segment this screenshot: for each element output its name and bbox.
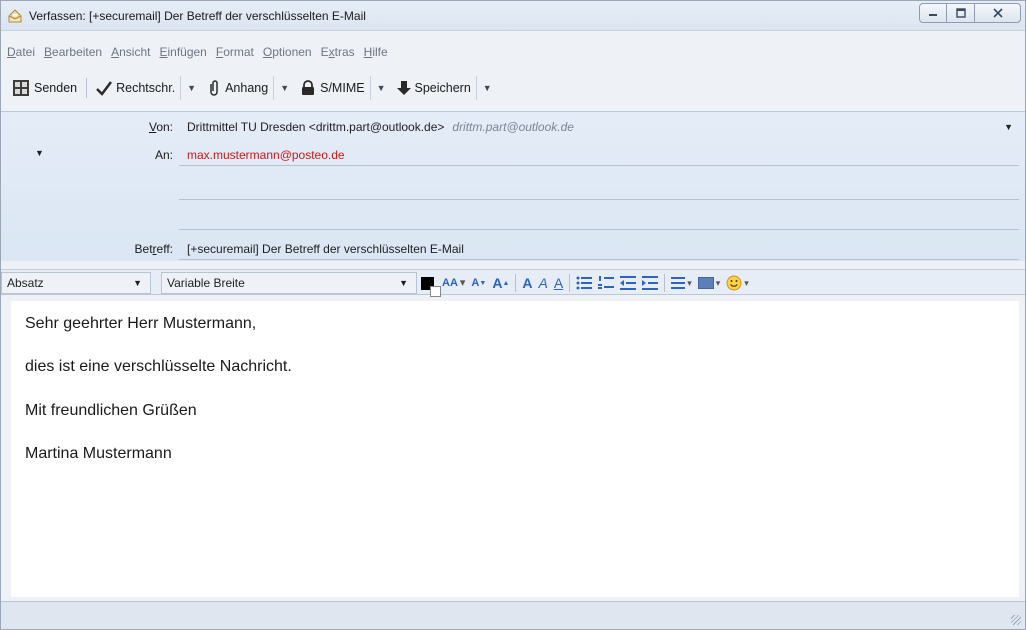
save-dropdown[interactable]: ▼ (475, 76, 498, 100)
close-button[interactable] (975, 3, 1021, 23)
compose-app-icon (7, 8, 23, 24)
subject-field[interactable]: [+securemail] Der Betreff der verschlüss… (187, 242, 464, 256)
body-line: dies ist eine verschlüsselte Nachricht. (25, 358, 292, 375)
save-label: Speichern (414, 81, 471, 95)
to-label: An: (154, 148, 173, 162)
format-tools: AA ▾ A ▼ A ▲ A A A ▾ ▾ ▾ (421, 273, 755, 297)
menu-einfuegen[interactable]: Einfügen (159, 45, 206, 65)
bullet-list-icon[interactable] (576, 276, 593, 290)
bold-button[interactable]: A (522, 276, 532, 290)
paragraph-format-select[interactable]: Absatz ▼ (1, 272, 151, 294)
from-dropdown-icon[interactable]: ▼ (1004, 122, 1013, 132)
attach-label: Anhang (225, 81, 269, 95)
recipient-type-dropdown[interactable]: ▼ (35, 148, 44, 158)
download-arrow-icon (396, 80, 411, 96)
subject-underline (179, 259, 1019, 260)
text-color-button[interactable] (421, 276, 441, 297)
indent-icon[interactable] (642, 276, 659, 290)
smime-dropdown[interactable]: ▼ (369, 76, 392, 100)
window-title: Verfassen: [+securemail] Der Betreff der… (29, 9, 366, 23)
send-label: Senden (34, 81, 78, 95)
align-icon[interactable]: ▾ (671, 276, 692, 290)
title-bar: Verfassen: [+securemail] Der Betreff der… (1, 1, 1025, 31)
menu-datei[interactable]: Datei (7, 45, 35, 65)
menu-extras[interactable]: Extras (321, 45, 355, 65)
address-header: Von: Drittmittel TU Dresden <drittm.part… (1, 111, 1025, 261)
checkmark-icon (96, 80, 113, 96)
recipient-row-3[interactable] (1, 208, 1025, 230)
send-button[interactable]: Senden (7, 76, 82, 100)
font-size-dropdown-icon[interactable]: ▾ (460, 277, 466, 289)
lock-icon (300, 80, 316, 96)
italic-button[interactable]: A (539, 276, 548, 290)
subject-row: Betreff: [+securemail] Der Betreff der v… (1, 238, 1025, 260)
menu-format[interactable]: Format (216, 45, 254, 65)
font-select[interactable]: Variable Breite ▼ (161, 272, 417, 294)
paragraph-format-value: Absatz (7, 276, 44, 290)
row-underline (179, 199, 1019, 200)
body-line: Martina Mustermann (25, 445, 172, 462)
minimize-icon (929, 14, 937, 16)
send-icon (12, 79, 30, 97)
chevron-down-icon: ▼ (399, 278, 408, 288)
to-field[interactable]: max.mustermann@posteo.de (187, 148, 345, 162)
font-size-button[interactable]: AA (442, 277, 458, 289)
from-row: Von: Drittmittel TU Dresden <drittm.part… (1, 116, 1025, 138)
decrease-font-size-button[interactable]: A ▼ (471, 277, 486, 289)
window-controls (919, 3, 1021, 23)
increase-font-size-button[interactable]: A ▲ (492, 276, 509, 290)
maximize-icon (955, 8, 966, 18)
status-bar (1, 601, 1025, 629)
menu-bearbeiten[interactable]: Bearbeiten (44, 45, 102, 65)
body-line: Mit freundlichen Grüßen (25, 402, 197, 419)
format-separator (569, 274, 571, 292)
spellcheck-dropdown[interactable]: ▼ (180, 76, 202, 100)
numbered-list-icon[interactable] (598, 276, 615, 290)
menu-hilfe[interactable]: Hilfe (364, 45, 388, 65)
body-line: Sehr geehrter Herr Mustermann, (25, 315, 257, 332)
menu-bar: Datei Bearbeiten Ansicht Einfügen Format… (1, 45, 397, 65)
close-icon (992, 8, 1003, 18)
chevron-down-icon: ▼ (133, 278, 142, 288)
subject-label: Betreff: (134, 242, 173, 256)
maximize-button[interactable] (947, 3, 975, 23)
attach-dropdown[interactable]: ▼ (273, 76, 295, 100)
compose-window: Verfassen: [+securemail] Der Betreff der… (0, 0, 1026, 630)
from-field[interactable]: Drittmittel TU Dresden <drittm.part@outl… (187, 120, 574, 134)
attach-button[interactable]: Anhang (202, 76, 273, 100)
menu-optionen[interactable]: Optionen (263, 45, 312, 65)
spellcheck-label: Rechtschr. (116, 81, 176, 95)
smime-label: S/MIME (320, 81, 365, 95)
format-separator (664, 274, 666, 292)
outdent-icon[interactable] (620, 276, 637, 290)
format-toolbar: Absatz ▼ Variable Breite ▼ AA ▾ A ▼ A ▲ A … (1, 269, 1025, 297)
minimize-button[interactable] (919, 3, 947, 23)
smiley-icon[interactable]: ▾ (726, 275, 749, 291)
format-separator (515, 274, 517, 292)
from-secondary: drittm.part@outlook.de (452, 120, 574, 134)
compose-toolbar: Senden Rechtschr. ▼ Anhang ▼ S/MIME ▼ Sp… (1, 73, 498, 103)
menu-ansicht[interactable]: Ansicht (111, 45, 150, 65)
to-row: ▼ An: max.mustermann@posteo.de (1, 144, 1025, 166)
row-underline (179, 229, 1019, 230)
resize-grip-icon[interactable] (1011, 615, 1021, 625)
spellcheck-button[interactable]: Rechtschr. (91, 76, 180, 100)
message-body-editor[interactable]: Sehr geehrter Herr Mustermann, dies ist … (11, 301, 1019, 597)
from-label: Von: (148, 120, 173, 134)
underline-button[interactable]: A (554, 276, 563, 290)
insert-table-icon[interactable]: ▾ (697, 277, 720, 289)
save-button[interactable]: Speichern (392, 76, 476, 100)
paperclip-icon (207, 80, 221, 96)
font-value: Variable Breite (167, 276, 245, 290)
smime-button[interactable]: S/MIME (295, 76, 369, 100)
toolbar-separator (86, 78, 88, 98)
to-underline (179, 165, 1019, 166)
recipient-row-2[interactable] (1, 178, 1025, 200)
